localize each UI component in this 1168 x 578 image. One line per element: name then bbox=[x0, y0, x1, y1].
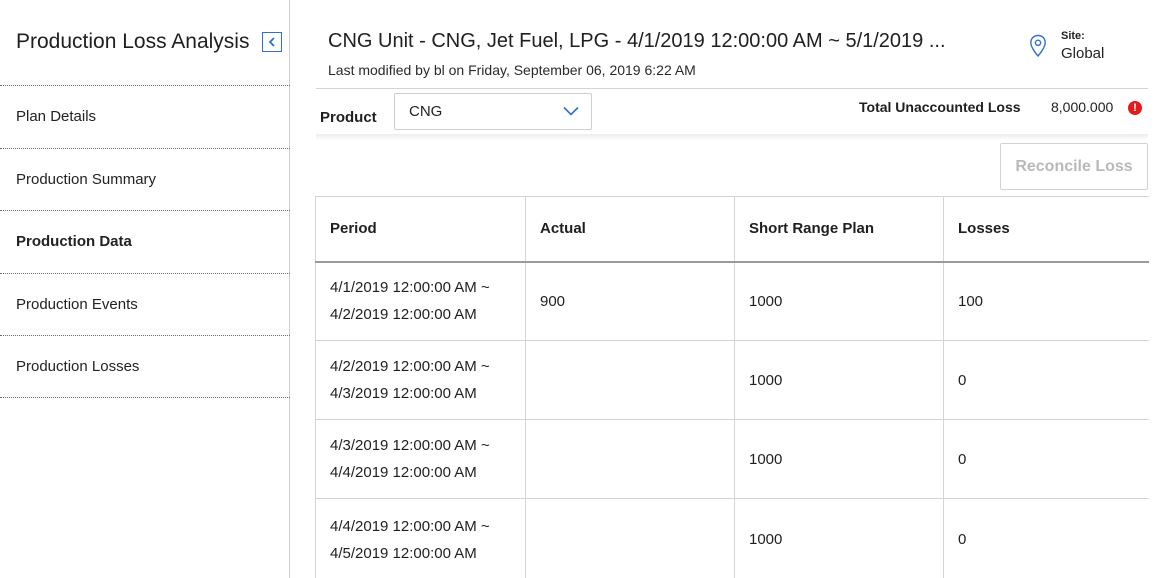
page-title: CNG Unit - CNG, Jet Fuel, LPG - 4/1/2019… bbox=[328, 30, 946, 52]
reconcile-loss-button[interactable]: Reconcile Loss bbox=[1000, 143, 1148, 190]
collapse-sidebar-button[interactable] bbox=[262, 32, 282, 52]
cell-losses: 0 bbox=[943, 340, 1149, 420]
alert-icon: ! bbox=[1128, 101, 1142, 115]
column-header-short-range-plan[interactable]: Short Range Plan bbox=[734, 196, 944, 263]
cell-period: 4/3/2019 12:00:00 AM ~ 4/4/2019 12:00:00… bbox=[315, 419, 526, 499]
total-unaccounted-loss-label: Total Unaccounted Loss bbox=[859, 99, 1021, 115]
chevron-down-icon bbox=[563, 106, 579, 116]
sidebar-item-label: Production Summary bbox=[16, 170, 157, 188]
total-unaccounted-loss-value: 8,000.000 bbox=[1051, 99, 1114, 115]
cell-period: 4/2/2019 12:00:00 AM ~ 4/3/2019 12:00:00… bbox=[315, 340, 526, 420]
sidebar-title: Production Loss Analysis bbox=[16, 30, 250, 53]
cell-actual[interactable] bbox=[525, 419, 735, 499]
sidebar-item-production-summary[interactable]: Production Summary bbox=[0, 147, 290, 211]
period-end: 4/3/2019 12:00:00 AM bbox=[330, 385, 477, 402]
site-value: Global bbox=[1061, 45, 1105, 62]
sidebar-item-label: Production Events bbox=[16, 295, 138, 313]
sidebar-item-production-losses[interactable]: Production Losses bbox=[0, 335, 290, 398]
cell-short-range-plan: 1000 bbox=[734, 340, 944, 420]
cell-period: 4/1/2019 12:00:00 AM ~ 4/2/2019 12:00:00… bbox=[315, 261, 526, 341]
sidebar-nav: Plan Details Production Summary Producti… bbox=[0, 85, 290, 398]
table-header-row: Period Actual Short Range Plan Losses bbox=[315, 196, 1149, 263]
location-pin-icon bbox=[1030, 34, 1046, 58]
cell-actual[interactable] bbox=[525, 340, 735, 420]
sidebar-item-label: Production Data bbox=[16, 233, 132, 251]
period-end: 4/5/2019 12:00:00 AM bbox=[330, 544, 477, 562]
period-start: 4/4/2019 12:00:00 AM ~ bbox=[330, 517, 490, 535]
table-row[interactable]: 4/3/2019 12:00:00 AM ~ 4/4/2019 12:00:00… bbox=[315, 419, 1149, 499]
sidebar-item-plan-details[interactable]: Plan Details bbox=[0, 85, 290, 148]
product-dropdown[interactable]: CNG bbox=[394, 93, 592, 130]
production-data-table: Period Actual Short Range Plan Losses 4/… bbox=[315, 196, 1149, 578]
sidebar-item-label: Plan Details bbox=[16, 108, 97, 126]
sidebar: Production Loss Analysis Plan Details Pr… bbox=[0, 0, 290, 578]
cell-losses: 0 bbox=[943, 498, 1149, 578]
filter-divider bbox=[316, 134, 1148, 140]
product-label: Product bbox=[320, 109, 377, 126]
table-row[interactable]: 4/4/2019 12:00:00 AM ~ 4/5/2019 12:00:00… bbox=[315, 498, 1149, 578]
cell-short-range-plan: 1000 bbox=[734, 261, 944, 341]
column-header-period[interactable]: Period bbox=[315, 196, 526, 263]
sidebar-header: Production Loss Analysis bbox=[16, 28, 282, 58]
table-row[interactable]: 4/2/2019 12:00:00 AM ~ 4/3/2019 12:00:00… bbox=[315, 340, 1149, 420]
cell-actual[interactable] bbox=[525, 498, 735, 578]
cell-period: 4/4/2019 12:00:00 AM ~ 4/5/2019 12:00:00… bbox=[315, 498, 526, 578]
column-header-actual[interactable]: Actual bbox=[525, 196, 735, 263]
chevron-left-icon bbox=[268, 37, 275, 47]
period-start: 4/3/2019 12:00:00 AM ~ bbox=[330, 437, 490, 454]
column-header-losses[interactable]: Losses bbox=[943, 196, 1149, 263]
sidebar-item-label: Production Losses bbox=[16, 357, 140, 375]
cell-losses: 0 bbox=[943, 419, 1149, 499]
site-label: Site: bbox=[1061, 30, 1085, 42]
last-modified-text: Last modified by bl on Friday, September… bbox=[328, 62, 696, 78]
period-end: 4/2/2019 12:00:00 AM bbox=[330, 306, 477, 324]
cell-actual[interactable]: 900 bbox=[525, 261, 735, 341]
cell-short-range-plan: 1000 bbox=[734, 498, 944, 578]
period-end: 4/4/2019 12:00:00 AM bbox=[330, 464, 477, 481]
sidebar-item-production-data[interactable]: Production Data bbox=[0, 210, 290, 273]
cell-short-range-plan: 1000 bbox=[734, 419, 944, 499]
table-row[interactable]: 4/1/2019 12:00:00 AM ~ 4/2/2019 12:00:00… bbox=[315, 261, 1149, 341]
product-selected-value: CNG bbox=[409, 103, 443, 120]
header-divider bbox=[316, 88, 1148, 89]
period-start: 4/2/2019 12:00:00 AM ~ bbox=[330, 358, 490, 375]
sidebar-item-production-events[interactable]: Production Events bbox=[0, 272, 290, 336]
period-start: 4/1/2019 12:00:00 AM ~ bbox=[330, 279, 490, 297]
cell-losses: 100 bbox=[943, 261, 1149, 341]
